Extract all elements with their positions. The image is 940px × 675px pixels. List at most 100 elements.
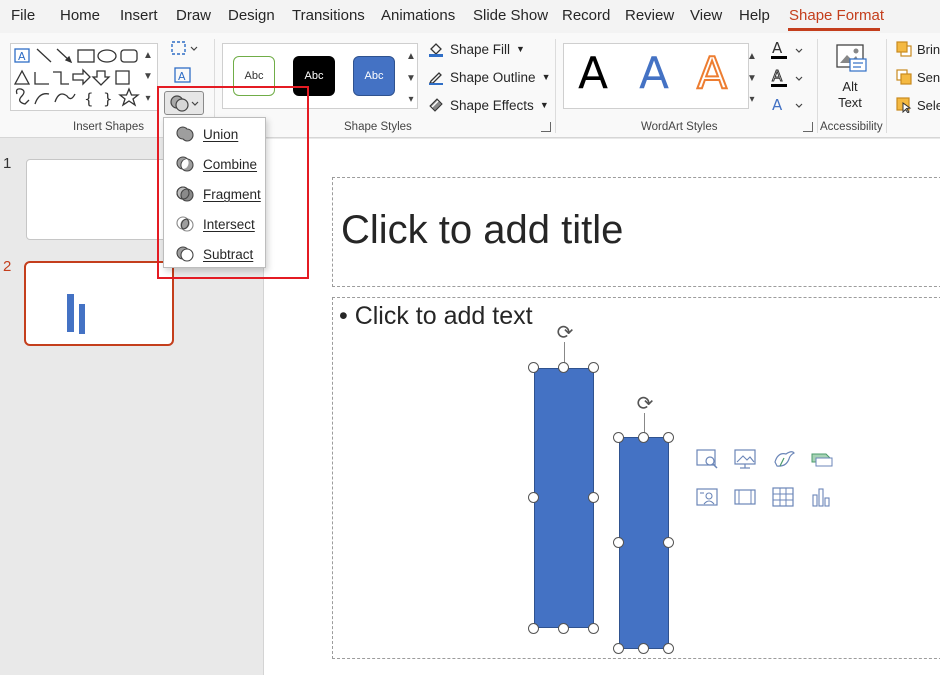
resize-handle[interactable] <box>613 432 624 443</box>
edit-shape-button[interactable] <box>163 36 203 60</box>
wordart-scroll-up-icon[interactable]: ▲ <box>745 45 759 67</box>
rotate-handle-icon[interactable]: ⟳ <box>554 321 576 343</box>
text-box-icon: A <box>174 67 191 83</box>
insert-picture-icon[interactable] <box>734 448 758 470</box>
tab-design[interactable]: Design <box>228 7 275 24</box>
tab-review[interactable]: Review <box>625 7 674 24</box>
paint-bucket-icon <box>429 43 443 57</box>
insert-table-icon[interactable] <box>772 486 796 508</box>
alt-text-line2: Text <box>838 95 862 110</box>
thumbnail-shape-tall <box>67 294 74 332</box>
resize-handle[interactable] <box>558 362 569 373</box>
wordart-preset-blue[interactable]: A <box>639 52 669 96</box>
bring-forward-button[interactable]: Bring <box>896 41 940 57</box>
insert-icons-icon[interactable] <box>772 448 796 470</box>
svg-text:{: { <box>84 90 94 108</box>
rotate-handle-icon[interactable]: ⟳ <box>634 392 656 414</box>
resize-handle[interactable] <box>558 623 569 634</box>
resize-handle[interactable] <box>663 537 674 548</box>
edit-shape-icon <box>171 41 198 55</box>
shape-styles-group-label: Shape Styles <box>344 121 412 133</box>
tab-insert[interactable]: Insert <box>120 7 158 24</box>
send-backward-label: Send <box>917 69 940 85</box>
title-placeholder-text: Click to add title <box>341 208 624 252</box>
title-placeholder[interactable]: Click to add title <box>332 177 940 287</box>
resize-handle[interactable] <box>588 362 599 373</box>
resize-handle[interactable] <box>638 432 649 443</box>
resize-handle[interactable] <box>613 643 624 654</box>
insert-chart-icon[interactable] <box>810 486 834 508</box>
insert-cameo-icon[interactable] <box>696 486 720 508</box>
styles-scroll-up-icon[interactable]: ▲ <box>404 45 418 67</box>
tab-shape-format[interactable]: Shape Format <box>789 7 884 24</box>
selection-pane-label: Sele <box>917 97 940 113</box>
shape-outline-button[interactable]: Shape Outline ▼ <box>428 69 550 85</box>
text-box-button[interactable]: A <box>163 63 203 87</box>
shape-effects-label: Shape Effects <box>450 97 534 113</box>
svg-text:A: A <box>772 96 783 114</box>
text-effects-button[interactable]: A <box>770 94 808 121</box>
shapes-scroll-up-icon[interactable]: ▲ <box>141 44 155 66</box>
shapes-scroll-down-icon[interactable]: ▼ <box>141 65 155 87</box>
shape-styles-launcher-icon[interactable] <box>541 122 551 132</box>
tab-home[interactable]: Home <box>60 7 100 24</box>
styles-scroll-down-icon[interactable]: ▼ <box>404 67 418 89</box>
send-backward-button[interactable]: Send <box>896 69 940 85</box>
thumbnail-shape-short <box>79 304 85 334</box>
wordart-styles-group-label: WordArt Styles <box>641 121 718 133</box>
selection-pane-button[interactable]: Sele <box>896 97 940 113</box>
wordart-preset-orange-outline[interactable]: A <box>696 51 728 97</box>
shape-effects-icon <box>429 98 443 112</box>
resize-handle[interactable] <box>663 643 674 654</box>
wordart-styles-launcher-icon[interactable] <box>803 122 813 132</box>
tab-record[interactable]: Record <box>562 7 610 24</box>
resize-handle[interactable] <box>528 492 539 503</box>
rectangle-shape-short[interactable] <box>619 437 669 649</box>
resize-handle[interactable] <box>588 492 599 503</box>
svg-text:A: A <box>178 70 186 83</box>
svg-text:}: } <box>103 90 113 108</box>
group-separator <box>886 39 887 133</box>
insert-stock-images-icon[interactable] <box>696 448 720 470</box>
slide-number-1: 1 <box>3 155 12 172</box>
tab-file[interactable]: File <box>11 7 35 24</box>
send-backward-icon <box>896 69 912 85</box>
tab-view[interactable]: View <box>690 7 722 24</box>
tab-transitions[interactable]: Transitions <box>292 7 365 24</box>
text-fill-button[interactable]: A <box>770 39 808 66</box>
shapes-more-icon[interactable]: ▾ <box>141 87 155 109</box>
resize-handle[interactable] <box>528 362 539 373</box>
slide-canvas[interactable]: Click to add title • Click to add text ⟳… <box>264 139 940 675</box>
wordart-preset-black[interactable]: A <box>578 52 608 96</box>
styles-more-icon[interactable]: ▾ <box>404 88 418 110</box>
shapes-gallery[interactable]: A { } <box>10 43 158 111</box>
tab-animations[interactable]: Animations <box>381 7 455 24</box>
resize-handle[interactable] <box>528 623 539 634</box>
tab-slide-show[interactable]: Slide Show <box>473 7 548 24</box>
tab-help[interactable]: Help <box>739 7 770 24</box>
chevron-down-icon: ▼ <box>539 100 549 110</box>
svg-text:A: A <box>772 67 783 85</box>
pencil-outline-icon <box>428 72 443 85</box>
menu-bar: File Home Insert Draw Design Transitions… <box>0 0 940 33</box>
resize-handle[interactable] <box>613 537 624 548</box>
svg-text:A: A <box>772 39 783 57</box>
insert-smartart-icon[interactable] <box>810 448 834 470</box>
slide-thumbnail-2[interactable] <box>24 261 174 346</box>
shape-effects-button[interactable]: Shape Effects ▼ <box>428 97 549 113</box>
resize-handle[interactable] <box>663 432 674 443</box>
shape-style-preset-blue[interactable]: Abc <box>353 56 395 96</box>
group-separator <box>817 39 818 133</box>
selection-pane-icon <box>896 97 912 113</box>
slide-thumbnail-1[interactable] <box>26 159 172 240</box>
insert-video-icon[interactable] <box>734 486 758 508</box>
shape-fill-button[interactable]: Shape Fill ▼ <box>428 41 525 57</box>
wordart-scroll-down-icon[interactable]: ▼ <box>745 67 759 89</box>
wordart-more-icon[interactable]: ▾ <box>745 88 759 110</box>
tab-draw[interactable]: Draw <box>176 7 211 24</box>
wordart-styles-gallery[interactable]: A A A <box>563 43 749 109</box>
rectangle-shape-tall[interactable] <box>534 368 594 628</box>
resize-handle[interactable] <box>638 643 649 654</box>
text-outline-button[interactable]: A <box>770 67 808 94</box>
resize-handle[interactable] <box>588 623 599 634</box>
